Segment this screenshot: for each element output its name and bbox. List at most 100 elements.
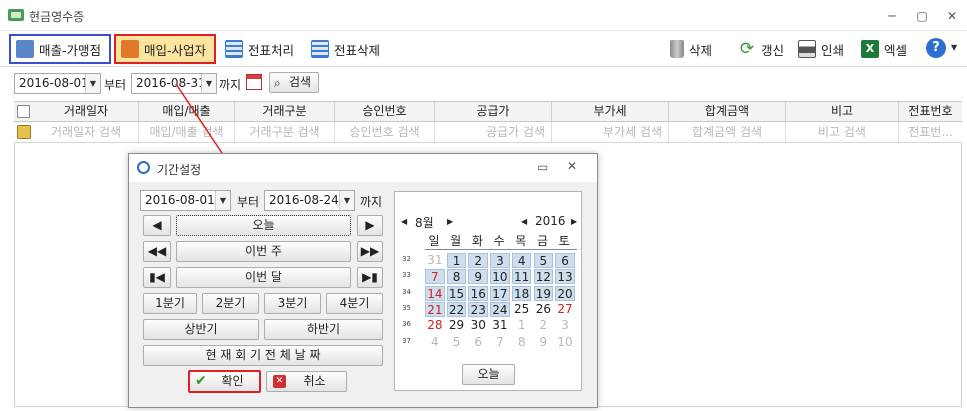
this-week-button[interactable]: 이번 주 bbox=[176, 241, 351, 262]
column-header[interactable]: 공급가 bbox=[435, 102, 552, 121]
calendar-day[interactable]: 3 bbox=[555, 318, 575, 333]
ok-button[interactable]: ✔ 확인 bbox=[188, 370, 261, 393]
chevron-down-icon[interactable]: ▼ bbox=[951, 43, 957, 52]
calendar-day[interactable]: 2 bbox=[468, 253, 489, 268]
calendar-day[interactable]: 31 bbox=[490, 318, 510, 333]
cancel-button[interactable]: ✕ 취소 bbox=[266, 371, 347, 392]
filter-cell[interactable]: 합계금액 검색 bbox=[669, 122, 786, 142]
refresh-button[interactable]: ⟳ 갱신 bbox=[733, 34, 789, 64]
column-header[interactable]: 거래일자 bbox=[34, 102, 139, 121]
all-fiscal-dates-button[interactable]: 현 재 회 기 전 체 날 짜 bbox=[143, 345, 383, 366]
chevron-down-icon[interactable]: ▼ bbox=[85, 74, 100, 93]
start-date-field[interactable]: 2016-08-01 ▼ bbox=[14, 73, 101, 94]
quarter-4-button[interactable]: 4분기 bbox=[326, 293, 383, 314]
chevron-down-icon[interactable]: ▼ bbox=[339, 191, 354, 210]
calendar-year[interactable]: 2016 bbox=[535, 214, 566, 228]
column-header[interactable]: 전표번호 bbox=[899, 102, 962, 121]
calendar-day[interactable]: 7 bbox=[425, 269, 445, 285]
calendar-day[interactable]: 10 bbox=[490, 269, 510, 285]
calendar-day[interactable]: 21 bbox=[425, 301, 445, 317]
slip-process-button[interactable]: 전표처리 bbox=[220, 34, 299, 64]
dialog-start-date-field[interactable]: 2016-08-01 ▼ bbox=[140, 190, 231, 211]
next-week-button[interactable]: ▶▶ bbox=[357, 241, 383, 262]
print-button[interactable]: 인쇄 bbox=[793, 34, 849, 64]
filter-cell[interactable]: 비고 검색 bbox=[786, 122, 899, 142]
calendar-today-button[interactable]: 오늘 bbox=[462, 364, 515, 385]
first-half-button[interactable]: 상반기 bbox=[143, 319, 259, 340]
next-month-arrow-icon[interactable]: ▶ bbox=[447, 217, 453, 226]
calendar-day[interactable]: 18 bbox=[511, 285, 532, 301]
calendar-day[interactable]: 29 bbox=[447, 318, 467, 333]
calendar-day[interactable]: 15 bbox=[446, 285, 467, 301]
today-button[interactable]: 오늘 bbox=[176, 215, 351, 236]
column-header[interactable]: 비고 bbox=[786, 102, 899, 121]
calendar-day[interactable]: 16 bbox=[468, 285, 489, 301]
calendar-day[interactable]: 28 bbox=[425, 318, 445, 333]
calendar-day[interactable]: 1 bbox=[446, 253, 467, 268]
next-year-arrow-icon[interactable]: ▶ bbox=[571, 217, 577, 226]
prev-day-button[interactable]: ◀ bbox=[143, 215, 171, 236]
calendar-day[interactable]: 22 bbox=[446, 301, 467, 317]
close-icon[interactable]: ✕ bbox=[943, 8, 961, 24]
calendar-day[interactable]: 12 bbox=[533, 269, 554, 285]
quarter-3-button[interactable]: 3분기 bbox=[264, 293, 321, 314]
quarter-1-button[interactable]: 1분기 bbox=[143, 293, 197, 314]
delete-button[interactable]: 삭제 bbox=[665, 34, 717, 64]
help-icon[interactable]: ? bbox=[926, 38, 946, 58]
calendar-day[interactable]: 3 bbox=[490, 253, 510, 268]
calendar-day[interactable]: 2 bbox=[534, 318, 554, 333]
column-header[interactable]: 부가세 bbox=[552, 102, 669, 121]
prev-month-button[interactable]: ▮◀ bbox=[143, 267, 171, 288]
next-day-button[interactable]: ▶ bbox=[357, 215, 383, 236]
calendar-day[interactable]: 8 bbox=[446, 269, 467, 285]
column-header[interactable]: 거래구분 bbox=[235, 102, 335, 121]
excel-button[interactable]: X 엑셀 bbox=[856, 34, 912, 64]
filter-cell[interactable]: 거래구분 검색 bbox=[235, 122, 335, 142]
column-header[interactable]: 승인번호 bbox=[335, 102, 435, 121]
prev-week-button[interactable]: ◀◀ bbox=[143, 241, 171, 262]
calendar-day[interactable]: 27 bbox=[555, 302, 575, 317]
prev-month-arrow-icon[interactable]: ◀ bbox=[401, 217, 407, 226]
calendar-day[interactable]: 9 bbox=[468, 269, 489, 285]
column-header[interactable]: 합계금액 bbox=[669, 102, 786, 121]
calendar-day[interactable]: 19 bbox=[533, 285, 554, 301]
select-all-checkbox[interactable] bbox=[17, 105, 30, 118]
prev-year-arrow-icon[interactable]: ◀ bbox=[521, 217, 527, 226]
filter-cell[interactable]: 전표번... bbox=[899, 122, 962, 142]
calendar-day[interactable]: 13 bbox=[555, 269, 575, 285]
filter-cell[interactable]: 승인번호 검색 bbox=[335, 122, 435, 142]
slip-delete-button[interactable]: 전표삭제 bbox=[306, 34, 385, 64]
calendar-day[interactable]: 30 bbox=[468, 318, 488, 333]
calendar-day[interactable]: 26 bbox=[534, 302, 554, 317]
calendar-month[interactable]: 8월 bbox=[415, 214, 434, 231]
calendar-day[interactable]: 5 bbox=[447, 335, 467, 350]
sales-merchant-button[interactable]: 매출-가맹점 bbox=[9, 34, 111, 64]
chevron-down-icon[interactable]: ▼ bbox=[215, 191, 230, 210]
calendar-day[interactable]: 31 bbox=[425, 253, 445, 268]
minimize-icon[interactable]: ▭ bbox=[537, 160, 548, 174]
calendar-day[interactable]: 7 bbox=[490, 335, 510, 350]
dialog-end-date-field[interactable]: 2016-08-24 ▼ bbox=[264, 190, 355, 211]
calendar-day[interactable]: 25 bbox=[512, 302, 532, 317]
calendar-day[interactable]: 9 bbox=[534, 335, 554, 350]
calendar-day[interactable]: 6 bbox=[555, 253, 575, 268]
minimize-icon[interactable]: ─ bbox=[883, 8, 901, 24]
calendar-day[interactable]: 24 bbox=[490, 301, 510, 317]
calendar-day[interactable]: 11 bbox=[511, 269, 532, 285]
calendar-day[interactable]: 1 bbox=[512, 318, 532, 333]
quarter-2-button[interactable]: 2분기 bbox=[202, 293, 259, 314]
calendar-day[interactable]: 20 bbox=[555, 285, 575, 301]
search-button[interactable]: ⌕ 검색 bbox=[269, 72, 319, 93]
close-icon[interactable]: ✕ bbox=[567, 159, 577, 173]
calendar-day[interactable]: 14 bbox=[425, 285, 445, 301]
calendar-day[interactable]: 4 bbox=[425, 335, 445, 350]
purchase-business-button[interactable]: 매입-사업자 bbox=[114, 34, 216, 64]
filter-cell[interactable]: 거래일자 검색 bbox=[34, 122, 139, 142]
calendar-day[interactable]: 4 bbox=[511, 253, 532, 268]
filter-cell[interactable]: 공급가 검색 bbox=[435, 122, 552, 142]
calendar-day[interactable]: 8 bbox=[512, 335, 532, 350]
filter-cell[interactable]: 부가세 검색 bbox=[552, 122, 669, 142]
calendar-day[interactable]: 17 bbox=[490, 285, 510, 301]
calendar-day[interactable]: 6 bbox=[468, 335, 488, 350]
maximize-icon[interactable]: ▢ bbox=[913, 8, 931, 24]
